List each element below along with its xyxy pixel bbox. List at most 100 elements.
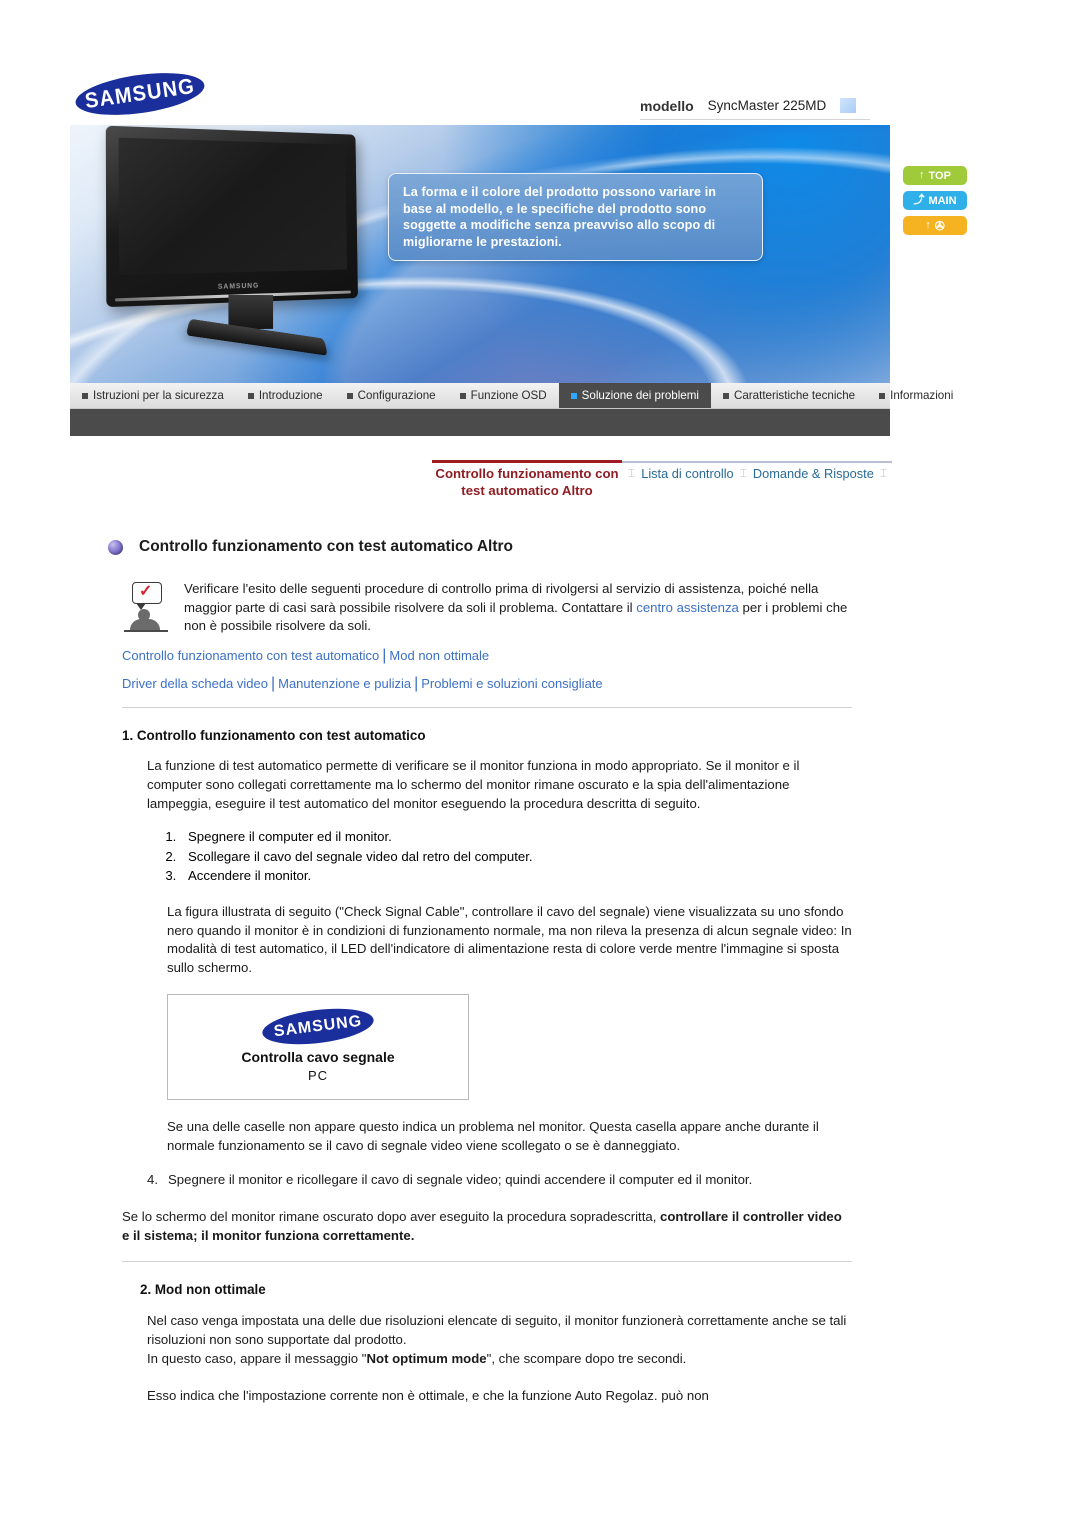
page-title-row: Controllo funzionamento con test automat… (108, 538, 513, 556)
banner-notice-box: La forma e il colore del prodotto posson… (388, 173, 763, 261)
model-swatch-icon (840, 98, 857, 113)
main-button[interactable]: ⤴ MAIN (903, 191, 967, 210)
section2-paragraph-3: Esso indica che l'impostazione corrente … (147, 1387, 709, 1403)
side-navigation-buttons[interactable]: ↑ TOP ⤴ MAIN ↑ ✇ (903, 166, 967, 241)
section1-closing-paragraph: Se lo schermo del monitor rimane oscurat… (122, 1208, 852, 1245)
section1-after-steps-paragraph: La figura illustrata di seguito ("Check … (167, 903, 852, 976)
nav-tab-informazioni[interactable]: Informazioni (867, 383, 965, 408)
model-underline (640, 119, 870, 120)
step4-text: Spegnere il monitor e ricollegare il cav… (168, 1172, 753, 1188)
monitor-screen (118, 137, 348, 275)
breadcrumb-rule-inactive (622, 461, 892, 463)
link-controllo-test-automatico[interactable]: Controllo funzionamento con test automat… (122, 648, 379, 663)
breadcrumb-rule-active (432, 460, 622, 463)
breadcrumb-link-lista-di-controllo[interactable]: Lista di controllo (641, 466, 733, 481)
list-item: Scollegare il cavo del segnale video dal… (180, 847, 852, 866)
figure-samsung-logo-text: SAMSUNG (272, 1012, 364, 1041)
bullet-square-icon (570, 392, 577, 399)
product-banner: SAMSUNG La forma e il colore del prodott… (70, 125, 890, 383)
breadcrumb-separator: ⌶ (628, 466, 636, 480)
section1-step4: 4. Spegnere il monitor e ricollegare il … (147, 1171, 852, 1190)
person-base-icon (124, 630, 168, 632)
list-item: Accendere il monitor. (180, 866, 852, 885)
breadcrumb-rule (432, 460, 892, 463)
nav-tab-introduzione[interactable]: Introduzione (236, 383, 335, 408)
figure-samsung-logo: SAMSUNG (260, 1003, 376, 1050)
section1-after-figure-paragraph: Se una delle caselle non appare questo i… (167, 1118, 819, 1153)
bullet-square-icon (247, 392, 254, 399)
nav-tab-istruzioni-per-la-sicurezza[interactable]: Istruzioni per la sicurezza (70, 383, 236, 408)
link-separator: | (414, 674, 419, 692)
section2-paragraph-2: In questo caso, appare il messaggio "Not… (147, 1350, 852, 1369)
nav-tab-caratteristiche-tecniche[interactable]: Caratteristiche tecniche (711, 383, 867, 408)
nav-tab-funzione-osd[interactable]: Funzione OSD (448, 383, 559, 408)
intro-paragraph: Verificare l'esito delle seguenti proced… (184, 580, 852, 636)
step4-number: 4. (147, 1172, 158, 1188)
monitor-illustration: SAMSUNG (105, 125, 408, 360)
model-value: SyncMaster 225MD (703, 97, 831, 114)
breadcrumb-link-domande-risposte[interactable]: Domande & Risposte (753, 466, 874, 481)
arrow-up-icon: ↑ (919, 169, 925, 181)
nav-tab-label: Introduzione (258, 389, 323, 402)
list-item: Spegnere il computer ed il monitor. (180, 827, 852, 846)
link-separator: | (270, 674, 276, 692)
monitor-stand-neck (228, 294, 274, 330)
link-separator: | (382, 647, 387, 665)
samsung-logo-text: SAMSUNG (83, 74, 197, 113)
bullet-square-icon (82, 392, 88, 399)
link-mod-non-ottimale[interactable]: Mod non ottimale (389, 648, 489, 663)
book-icon: ✇ (934, 218, 945, 233)
figure-line-2: PC (307, 1068, 329, 1084)
monitor-brand-label: SAMSUNG (217, 282, 260, 291)
bullet-orb-icon (108, 539, 123, 555)
bullet-square-icon (722, 392, 729, 399)
quick-links-row-1: Controllo funzionamento con test automat… (122, 646, 852, 666)
model-info: modello SyncMaster 225MD (640, 97, 857, 114)
person-body-icon (130, 619, 160, 630)
samsung-logo: SAMSUNG (72, 66, 208, 122)
breadcrumb[interactable]: Controllo funzionamento con test automat… (432, 466, 902, 500)
arrow-turn-icon: ⤴ (913, 194, 925, 206)
divider (122, 1261, 852, 1263)
bullet-square-icon (459, 392, 466, 399)
top-button[interactable]: ↑ TOP (903, 166, 967, 185)
nav-tab-configurazione[interactable]: Configurazione (335, 383, 448, 408)
section1-heading: 1. Controllo funzionamento con test auto… (122, 728, 426, 744)
bullet-square-icon (346, 392, 353, 399)
arrow-up-icon: ↑ (925, 219, 931, 231)
nav-tab-label: Caratteristiche tecniche (733, 389, 856, 402)
page-title: Controllo funzionamento con test automat… (139, 538, 513, 555)
monitor-bezel: SAMSUNG (105, 125, 358, 308)
main-button-label: MAIN (928, 194, 957, 207)
previous-button[interactable]: ↑ ✇ (903, 216, 967, 235)
model-label: modello (640, 97, 694, 114)
section2-p2-after: ", che scompare dopo tre secondi. (486, 1350, 687, 1366)
figure-line-1: Controlla cavo segnale (241, 1049, 395, 1066)
link-problemi-soluzioni[interactable]: Problemi e soluzioni consigliate (421, 676, 602, 691)
section2-p2-bold: Not optimum mode (366, 1350, 487, 1366)
check-signal-cable-figure: SAMSUNG Controlla cavo segnale PC (167, 993, 469, 1100)
nav-tab-label: Istruzioni per la sicurezza (93, 389, 224, 402)
nav-tab-soluzione-dei-problemi[interactable]: Soluzione dei problemi (558, 383, 711, 408)
nav-tab-label: Soluzione dei problemi (581, 389, 699, 402)
link-manutenzione-pulizia[interactable]: Manutenzione e pulizia (278, 676, 411, 691)
centro-assistenza-link[interactable]: centro assistenza (636, 600, 739, 615)
breadcrumb-separator: ⌶ (739, 466, 747, 480)
bullet-square-icon (879, 392, 886, 399)
check-person-icon: ✓ (122, 582, 170, 634)
divider (122, 707, 852, 709)
nav-tab-label: Informazioni (890, 389, 954, 402)
checkmark-icon: ✓ (139, 583, 153, 600)
link-driver-scheda-video[interactable]: Driver della scheda video (122, 676, 268, 691)
section1-paragraph: La funzione di test automatico permette … (147, 758, 800, 811)
intro-block: ✓ Verificare l'esito delle seguenti proc… (122, 580, 852, 636)
quick-links-row-2: Driver della scheda video | Manutenzione e… (122, 674, 852, 694)
section2-paragraph-1: Nel caso venga impostata una delle due r… (147, 1313, 847, 1348)
nav-tab-label: Funzione OSD (470, 389, 547, 402)
breadcrumb-separator: ⌶ (879, 466, 888, 480)
tabbar-footer-strip (70, 409, 890, 436)
samsung-logo-ellipse: SAMSUNG (72, 66, 208, 122)
section-nav-tabs[interactable]: Istruzioni per la sicurezza Introduzione… (70, 383, 953, 409)
closing-normal-text: Se lo schermo del monitor rimane oscurat… (122, 1208, 661, 1224)
breadcrumb-current: Controllo funzionamento con test automat… (435, 466, 619, 498)
